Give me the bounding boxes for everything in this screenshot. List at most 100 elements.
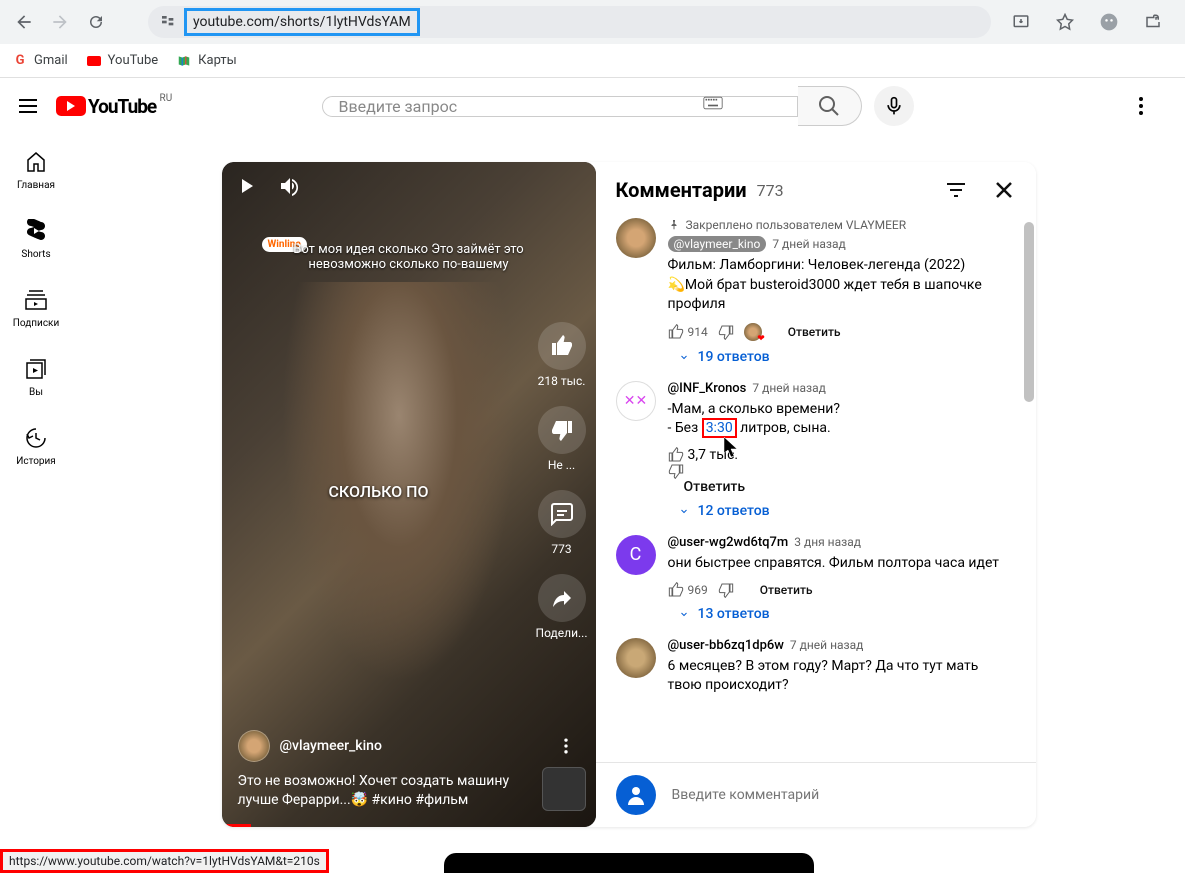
next-video-peek[interactable] (444, 853, 814, 873)
replies-toggle[interactable]: 12 ответов (678, 503, 1016, 519)
site-settings-icon (160, 14, 176, 30)
channel-name[interactable]: @vlaymeer_kino (280, 738, 382, 754)
history-icon (24, 426, 48, 450)
youtube-icon (86, 53, 102, 69)
menu-button[interactable] (16, 94, 40, 118)
youtube-logo[interactable]: YouTube RU (56, 95, 156, 118)
search-button[interactable] (798, 86, 862, 126)
reload-button[interactable] (82, 8, 110, 36)
gmail-icon: G (12, 53, 28, 69)
share-button[interactable]: Подели... (536, 574, 588, 640)
browser-toolbar: youtube.com/shorts/1lytHVdsYAM (0, 0, 1185, 44)
back-button[interactable] (10, 8, 38, 36)
play-button[interactable] (234, 174, 258, 198)
creator-heart-icon (744, 323, 762, 341)
forward-button[interactable] (46, 8, 74, 36)
youtube-logo-icon (56, 96, 86, 116)
comments-panel: Комментарии 773 Закреплено пользователем… (596, 162, 1036, 827)
keyboard-icon[interactable] (703, 96, 723, 110)
comment-author[interactable]: @user-bb6zq1dp6w (668, 638, 784, 653)
settings-menu-button[interactable] (1129, 94, 1153, 118)
chevron-down-icon (678, 351, 690, 363)
main-content: Winline Вот моя идея сколько Это займёт … (72, 134, 1185, 873)
bookmark-maps[interactable]: Карты (176, 53, 237, 69)
comment-text: они быстрее справятся. Фильм полтора час… (668, 554, 1016, 574)
comment-like-button[interactable]: 3,7 тыс. (668, 447, 1016, 463)
comment-like-button[interactable]: 969 (668, 582, 708, 598)
avatar[interactable] (616, 638, 656, 678)
replies-toggle[interactable]: 13 ответов (678, 606, 1016, 622)
chevron-down-icon (678, 505, 690, 517)
comment-dislike-button[interactable] (668, 463, 1016, 479)
comments-list[interactable]: Закреплено пользователем VLAYMEER @vlaym… (596, 218, 1036, 762)
shorts-video[interactable]: Winline Вот моя идея сколько Это займёт … (222, 162, 596, 827)
bookmarks-bar: G Gmail YouTube Карты (0, 44, 1185, 78)
scrollbar-thumb[interactable] (1024, 222, 1034, 402)
like-button[interactable]: 218 тыс. (536, 322, 588, 388)
comment-text: 6 месяцев? В этом году? Март? Да что тут… (668, 657, 1016, 696)
comment-input[interactable] (672, 787, 1016, 803)
home-icon (24, 150, 48, 174)
channel-avatar[interactable] (238, 730, 270, 762)
sidebar-item-history[interactable]: История (0, 410, 72, 479)
sidebar-item-you[interactable]: Вы (0, 341, 72, 410)
comments-title: Комментарии (616, 178, 747, 202)
comment-item: ✕✕ @INF_Kronos 7 дней назад -Мам, а скол… (616, 381, 1016, 519)
bookmark-star-icon[interactable] (1051, 8, 1079, 36)
avatar[interactable]: ✕✕ (616, 381, 656, 421)
dislike-button[interactable]: Не ... (536, 406, 588, 472)
comments-count: 773 (757, 181, 784, 200)
bookmark-youtube[interactable]: YouTube (86, 53, 159, 69)
status-bar-url: https://www.youtube.com/watch?v=1lytHVds… (0, 849, 329, 873)
reply-button[interactable]: Ответить (760, 583, 813, 597)
sidebar-item-subscriptions[interactable]: Подписки (0, 272, 72, 341)
video-more-button[interactable] (556, 736, 576, 756)
comment-dislike-button[interactable] (718, 324, 734, 340)
bookmark-gmail[interactable]: G Gmail (12, 53, 68, 69)
avatar[interactable]: С (616, 535, 656, 575)
video-subtitle: СКОЛЬКО ПО (222, 482, 536, 501)
youtube-header: YouTube RU (0, 78, 1185, 134)
reply-button[interactable]: Ответить (788, 325, 841, 339)
sidebar-item-home[interactable]: Главная (0, 134, 72, 203)
video-caption-overlay: Вот моя идея сколько Это займёт это нево… (277, 242, 541, 272)
comment-text: -Мам, а сколько времени? - Без 3:30 литр… (668, 400, 1016, 439)
comment-like-button[interactable]: 914 (668, 324, 708, 340)
pinned-label: Закреплено пользователем VLAYMEER (668, 218, 1016, 232)
url-text: youtube.com/shorts/1lytHVdsYAM (184, 8, 420, 36)
install-app-icon[interactable] (1007, 8, 1035, 36)
video-title: Это не возможно! Хочет создать машину лу… (238, 772, 526, 811)
sidebar-item-shorts[interactable]: Shorts (0, 203, 72, 272)
profile-icon[interactable] (1095, 8, 1123, 36)
volume-button[interactable] (278, 174, 302, 198)
timestamp-link[interactable]: 3:30 (706, 420, 733, 436)
library-icon (24, 357, 48, 381)
cursor-icon (724, 437, 740, 459)
address-bar[interactable]: youtube.com/shorts/1lytHVdsYAM (148, 6, 991, 38)
progress-bar[interactable] (222, 824, 252, 827)
comment-author[interactable]: @INF_Kronos (668, 381, 747, 396)
voice-search-button[interactable] (874, 86, 914, 126)
comment-input-row (596, 762, 1036, 827)
comment-item: @user-bb6zq1dp6w 7 дней назад 6 месяцев?… (616, 638, 1016, 704)
author-chip[interactable]: @vlaymeer_kino (668, 236, 767, 252)
sort-button[interactable] (944, 178, 968, 202)
search-input[interactable] (322, 96, 798, 117)
extensions-icon[interactable] (1139, 8, 1167, 36)
close-button[interactable] (992, 178, 1016, 202)
shorts-icon (24, 219, 48, 243)
related-thumbnail[interactable] (542, 767, 586, 811)
user-avatar[interactable] (616, 775, 656, 815)
sidebar: Главная Shorts Подписки Вы История (0, 134, 72, 479)
avatar[interactable] (616, 218, 656, 258)
comments-button[interactable]: 773 (536, 490, 588, 556)
scrollbar[interactable] (1024, 222, 1034, 757)
comment-author[interactable]: @user-wg2wd6tq7m (668, 535, 789, 550)
pin-icon (668, 219, 680, 231)
comment-item: С @user-wg2wd6tq7m 3 дня назад они быстр… (616, 535, 1016, 622)
maps-icon (176, 53, 192, 69)
comment-dislike-button[interactable] (718, 582, 734, 598)
replies-toggle[interactable]: 19 ответов (678, 349, 1016, 365)
comment-text: Фильм: Ламборгини: Человек-легенда (2022… (668, 256, 1016, 315)
reply-button[interactable]: Ответить (684, 479, 746, 495)
